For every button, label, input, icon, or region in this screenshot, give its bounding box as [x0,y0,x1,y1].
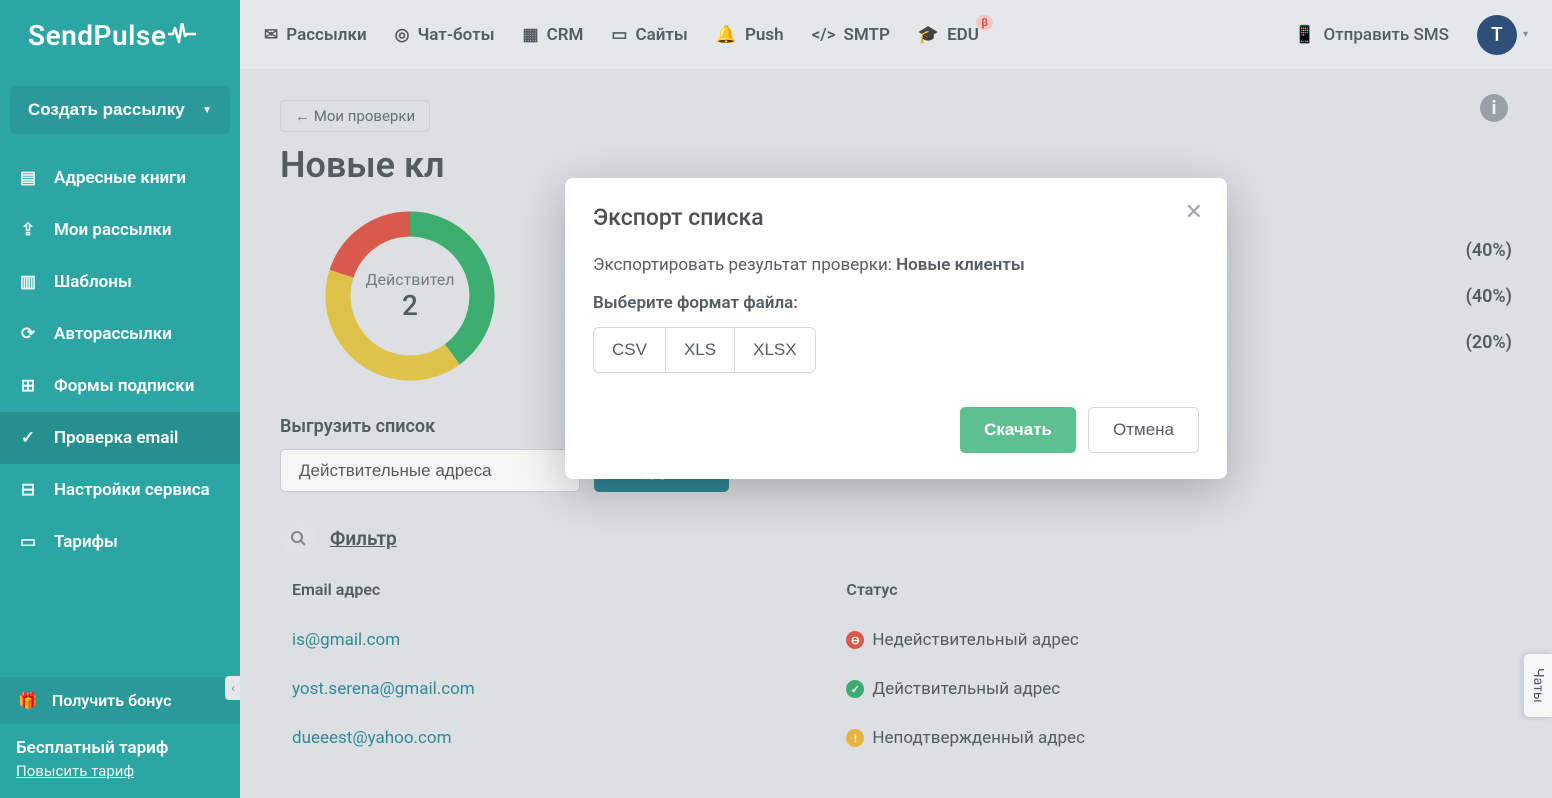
graduation-icon: 🎓 [918,25,939,45]
book-icon: ▤ [18,168,38,188]
sidebar-item-label: Авторассылки [54,324,172,344]
pulse-icon [168,19,196,52]
modal-overlay[interactable]: Экспорт списка ✕ Экспортировать результа… [240,70,1552,798]
phone-icon: 📱 [1294,25,1315,45]
avatar: T [1477,15,1517,55]
bonus-label: Получить бонус [52,691,172,710]
topbar-smtp[interactable]: </>SMTP [812,25,890,45]
topbar-crm[interactable]: ▦CRM [523,25,584,45]
sidebar-item-label: Адресные книги [54,168,186,188]
sidebar-nav: ▤ Адресные книги ⇪ Мои рассылки ▥ Шаблоны ⟳… [0,152,240,677]
plan-box: Бесплатный тариф Повысить тариф [0,724,240,798]
topbar-campaigns[interactable]: ✉Рассылки [264,25,367,45]
sidebar-item-label: Проверка email [54,428,178,448]
modal-title: Экспорт списка [593,204,1199,231]
sidebar-collapse-button[interactable]: ‹ [225,676,241,700]
modal-description: Экспортировать результат проверки: Новые… [593,255,1199,275]
chevron-down-icon: ▾ [1523,29,1528,40]
sidebar-item-email-check[interactable]: ✓ Проверка email [0,412,240,464]
topbar-sites[interactable]: ▭Сайты [611,25,687,45]
beta-badge: β [976,15,993,30]
sidebar-item-address-books[interactable]: ▤ Адресные книги [0,152,240,204]
code-icon: </> [812,25,836,45]
topbar: ✉Рассылки ◎Чат-боты ▦CRM ▭Сайты 🔔Push </… [240,0,1552,70]
sidebar-item-forms[interactable]: ⊞ Формы подписки [0,360,240,412]
sidebar-item-tariffs[interactable]: ▭ Тарифы [0,516,240,568]
gift-icon: 🎁 [18,691,38,710]
bell-icon: 🔔 [716,25,737,45]
send-sms-link[interactable]: 📱Отправить SMS [1294,25,1449,45]
sidebar-item-campaigns[interactable]: ⇪ Мои рассылки [0,204,240,256]
create-campaign-button[interactable]: Создать рассылку ▼ [10,86,230,134]
tariff-icon: ▭ [18,532,38,552]
bonus-button[interactable]: 🎁 Получить бонус [0,677,240,724]
auto-icon: ⟳ [18,324,38,344]
logo[interactable]: SendPulse [0,0,240,70]
modal-close-button[interactable]: ✕ [1185,200,1203,225]
topbar-edu[interactable]: 🎓EDUβ [918,25,979,45]
main-area: ✉Рассылки ◎Чат-боты ▦CRM ▭Сайты 🔔Push </… [240,0,1552,798]
sidebar-item-label: Формы подписки [54,376,194,396]
form-icon: ⊞ [18,376,38,396]
format-button-group: CSV XLS XLSX [593,327,816,373]
format-xlsx-button[interactable]: XLSX [734,328,814,372]
envelope-icon: ✉ [264,25,278,45]
check-icon: ✓ [18,428,38,448]
target-icon: ◎ [395,25,410,45]
format-xls-button[interactable]: XLS [665,328,734,372]
brand-text: SendPulse [28,19,166,52]
sidebar-item-label: Мои рассылки [54,220,172,240]
download-button[interactable]: Скачать [960,407,1076,453]
sidebar: SendPulse Создать рассылку ▼ ▤ Адресные к… [0,0,240,798]
plan-name: Бесплатный тариф [16,738,224,758]
plan-upgrade-link[interactable]: Повысить тариф [16,762,224,780]
sidebar-item-label: Тарифы [54,532,118,552]
template-icon: ▥ [18,272,38,292]
sidebar-item-settings[interactable]: ⊟ Настройки сервиса [0,464,240,516]
content: i ← Мои проверки Новые кл Действител 2 [240,70,1552,798]
share-icon: ⇪ [18,220,38,240]
cancel-button[interactable]: Отмена [1088,407,1199,453]
window-icon: ▭ [611,25,627,45]
sidebar-item-templates[interactable]: ▥ Шаблоны [0,256,240,308]
sidebar-item-automation[interactable]: ⟳ Авторассылки [0,308,240,360]
settings-icon: ⊟ [18,480,38,500]
sidebar-item-label: Шаблоны [54,272,132,292]
topbar-chatbots[interactable]: ◎Чат-боты [395,25,495,45]
sidebar-item-label: Настройки сервиса [54,480,210,500]
chevron-down-icon: ▼ [202,105,212,116]
grid-icon: ▦ [523,25,539,45]
format-label: Выберите формат файла: [593,293,1199,313]
create-label: Создать рассылку [28,100,185,120]
user-menu[interactable]: T ▾ [1477,15,1528,55]
format-csv-button[interactable]: CSV [594,328,665,372]
export-modal: Экспорт списка ✕ Экспортировать результа… [565,178,1227,479]
topbar-push[interactable]: 🔔Push [716,25,784,45]
